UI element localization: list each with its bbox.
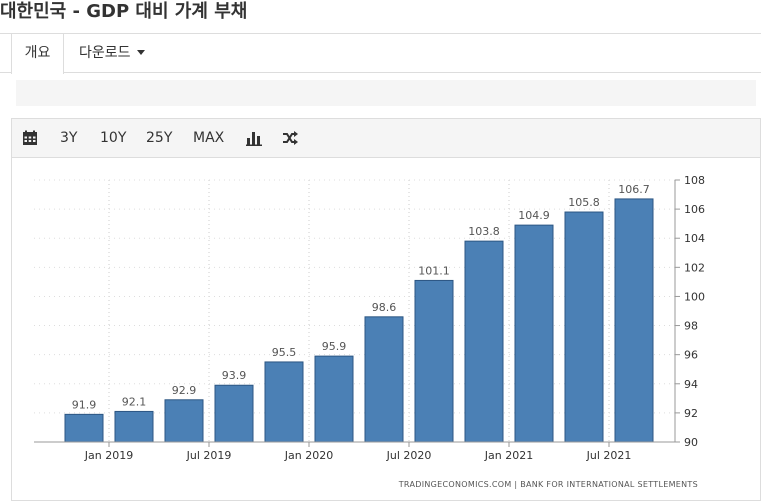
bar-value-label: 91.9 <box>72 398 97 411</box>
bars <box>64 198 654 443</box>
download-dropdown[interactable]: 다운로드 <box>79 34 145 74</box>
info-band <box>16 80 756 106</box>
bar[interactable] <box>514 224 554 443</box>
bar-value-label: 92.1 <box>122 395 147 408</box>
bar-value-label: 95.5 <box>272 346 297 359</box>
bar[interactable] <box>214 384 254 443</box>
download-label: 다운로드 <box>79 45 131 61</box>
y-tick-label: 100 <box>684 290 705 303</box>
bar-value-label: 104.9 <box>518 209 550 222</box>
y-axis: 90 92 94 96 98 100 102 104 106 108 <box>674 174 705 449</box>
x-tick-label: Jan 2020 <box>284 449 333 462</box>
x-tick-label: Jan 2021 <box>484 449 533 462</box>
bar-value-label: 92.9 <box>172 384 197 397</box>
y-tick-label: 104 <box>684 232 705 245</box>
bar[interactable] <box>164 399 204 443</box>
bar[interactable] <box>614 198 654 443</box>
bar[interactable] <box>464 240 504 443</box>
x-axis: Jan 2019 Jul 2019 Jan 2020 Jul 2020 Jan 2021… <box>34 441 675 462</box>
y-tick-label: 108 <box>684 174 705 187</box>
bar-value-label: 101.1 <box>418 264 450 277</box>
tab-bar: 개요 다운로드 <box>0 33 761 74</box>
bar-value-label: 95.9 <box>322 340 347 353</box>
bar-value-label: 106.7 <box>618 183 650 196</box>
bar-value-label: 98.6 <box>372 301 397 314</box>
bar[interactable] <box>414 279 454 443</box>
bar-value-label: 93.9 <box>222 369 247 382</box>
bar[interactable] <box>264 361 304 443</box>
bar-chart: 91.9 92.1 92.9 93.9 95.5 95.9 98.6 101.1 103.8 10… <box>34 174 705 489</box>
bar[interactable] <box>314 355 354 443</box>
bar[interactable] <box>64 413 104 443</box>
x-tick-label: Jul 2020 <box>386 449 432 462</box>
caret-down-icon <box>136 50 145 55</box>
y-tick-label: 92 <box>684 407 698 420</box>
bar-value-label: 105.8 <box>568 196 600 209</box>
bar[interactable] <box>364 316 404 443</box>
page-title: 대한민국 - GDP 대비 가계 부채 <box>0 1 248 22</box>
y-tick-label: 96 <box>684 349 698 362</box>
y-tick-label: 94 <box>684 378 698 391</box>
value-labels: 91.9 92.1 92.9 93.9 95.5 95.9 98.6 101.1 103.8 10… <box>72 183 650 411</box>
x-tick-label: Jul 2021 <box>586 449 632 462</box>
x-tick-label: Jul 2019 <box>186 449 232 462</box>
y-tick-label: 102 <box>684 261 705 274</box>
chart-source: TRADINGECONOMICS.COM | BANK FOR INTERNAT… <box>398 480 698 489</box>
y-tick-label: 90 <box>684 436 698 449</box>
x-tick-label: Jan 2019 <box>84 449 133 462</box>
y-tick-label: 106 <box>684 203 705 216</box>
bar[interactable] <box>564 211 604 443</box>
bar-value-label: 103.8 <box>468 225 500 238</box>
chart-panel: 3Y 10Y 25Y MAX 91.9 92.1 92.9 93.9 95.5 95.9 9… <box>11 118 761 501</box>
y-tick-label: 98 <box>684 320 698 333</box>
bar[interactable] <box>114 410 154 443</box>
tab-overview[interactable]: 개요 <box>11 34 64 74</box>
